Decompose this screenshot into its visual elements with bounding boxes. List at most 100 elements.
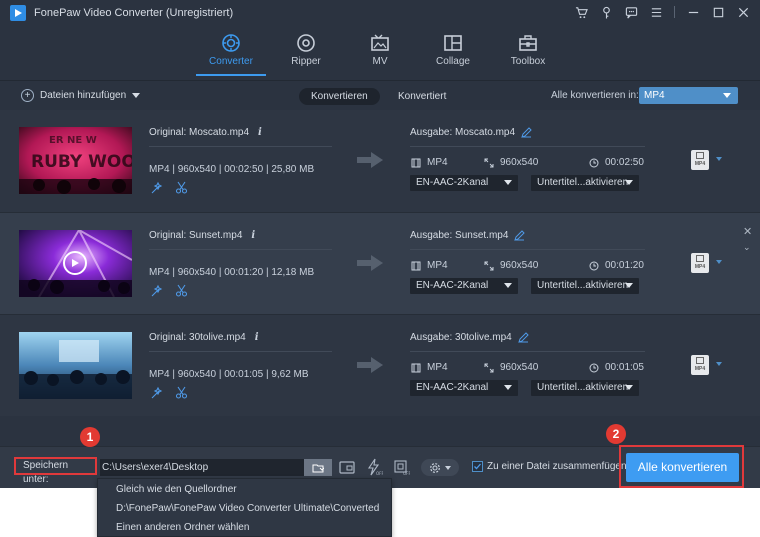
original-file-name: Original: Sunset.mp4 i (149, 230, 255, 241)
save-path-dropdown-button[interactable] (304, 459, 332, 476)
video-thumbnail[interactable] (19, 332, 132, 399)
output-file-name: Ausgabe: Sunset.mp4 (410, 230, 526, 241)
file-row: RUBY WOO ER NE W Original: Moscato.mp4 i … (0, 110, 760, 212)
close-icon[interactable] (736, 5, 750, 19)
subtitle-select[interactable]: Untertitel...aktivieren (531, 380, 639, 396)
chevron-down-icon (504, 283, 512, 288)
play-icon[interactable] (63, 251, 87, 275)
hardware-acceleration-icon[interactable]: OFF (365, 458, 384, 476)
output-format: MP4 (411, 157, 448, 168)
convert-all-button[interactable]: Alle konvertieren (626, 453, 739, 482)
original-file-name: Original: Moscato.mp4 i (149, 127, 262, 138)
tab-toolbox-label: Toolbox (510, 56, 546, 67)
folder-icon[interactable] (338, 458, 356, 476)
tab-mv[interactable]: MV (345, 30, 415, 67)
original-file-label: Original: Sunset.mp4 (149, 230, 243, 241)
output-format: MP4 (411, 260, 448, 271)
audio-track-select[interactable]: EN-AAC-2Kanal (410, 380, 518, 396)
converter-icon (196, 30, 266, 56)
plus-circle-icon: + (21, 89, 34, 102)
file-meta: MP4 | 960x540 | 00:01:20 | 12,18 MB (149, 267, 315, 278)
gpu-acceleration-icon[interactable]: OFF (392, 458, 411, 476)
add-files-button[interactable]: + Dateien hinzufügen (21, 89, 141, 102)
film-icon (411, 363, 421, 372)
save-location-menu: Gleich wie den Quellordner D:\FonePaw\Fo… (97, 478, 392, 537)
format-badge[interactable]: MP4 (691, 253, 709, 273)
info-icon[interactable]: i (255, 332, 259, 343)
menu-item-choose-folder[interactable]: Einen anderen Ordner wählen (116, 522, 249, 533)
divider (149, 249, 332, 250)
expand-chevron-icon[interactable]: ⌄ (743, 243, 751, 252)
key-icon[interactable] (599, 5, 613, 19)
original-file-label: Original: Moscato.mp4 (149, 127, 250, 138)
mv-icon (345, 30, 415, 56)
video-thumbnail[interactable] (19, 230, 132, 297)
arrow-right-icon (357, 152, 383, 168)
magic-wand-icon[interactable] (150, 284, 163, 297)
save-to-label: Speichern unter: (14, 457, 97, 485)
chevron-down-icon[interactable] (716, 260, 722, 264)
video-thumbnail[interactable]: RUBY WOO ER NE W (19, 127, 132, 194)
tab-toolbox[interactable]: Toolbox (493, 30, 563, 67)
file-row: Original: 30tolive.mp4 i MP4 | 960x540 | … (0, 314, 760, 416)
output-file-label: Ausgabe: Sunset.mp4 (410, 230, 509, 241)
tab-mv-label: MV (372, 56, 388, 67)
chevron-down-icon[interactable] (716, 362, 722, 366)
minimize-icon[interactable] (686, 5, 700, 19)
output-format-select[interactable]: MP4 (639, 87, 738, 104)
file-meta: MP4 | 960x540 | 00:01:05 | 9,62 MB (149, 369, 309, 380)
magic-wand-icon[interactable] (150, 386, 163, 399)
maximize-icon[interactable] (711, 5, 725, 19)
clock-icon (589, 261, 599, 270)
subtitle-select[interactable]: Untertitel...aktivieren (531, 278, 639, 294)
chevron-down-icon[interactable] (132, 93, 141, 98)
info-icon[interactable]: i (258, 127, 262, 138)
tab-converted[interactable]: Konvertiert (386, 88, 458, 105)
merge-option[interactable]: Zu einer Datei zusammenfügen (472, 461, 627, 472)
chevron-down-icon (625, 180, 633, 185)
format-badge[interactable]: MP4 (691, 355, 709, 375)
magic-wand-icon[interactable] (150, 181, 163, 194)
scissors-icon[interactable] (175, 181, 188, 194)
film-icon (411, 261, 421, 270)
settings-button[interactable] (421, 459, 459, 476)
audio-track-select[interactable]: EN-AAC-2Kanal (410, 175, 518, 191)
edit-pencil-icon[interactable] (514, 230, 526, 241)
menu-item-default-folder[interactable]: D:\FonePaw\FonePaw Video Converter Ultim… (116, 503, 379, 514)
chevron-down-icon (625, 385, 633, 390)
menu-item-same-as-source[interactable]: Gleich wie den Quellordner (116, 484, 237, 495)
svg-text:OFF: OFF (376, 471, 383, 476)
save-path-field[interactable]: C:\Users\exer4\Desktop (100, 459, 304, 476)
cart-icon[interactable] (574, 5, 588, 19)
merge-label: Zu einer Datei zusammenfügen (487, 461, 627, 472)
format-badge[interactable]: MP4 (691, 150, 709, 170)
divider (410, 146, 645, 147)
edit-pencil-icon[interactable] (521, 127, 532, 138)
tab-converter[interactable]: Converter (196, 30, 266, 67)
output-file-name: Ausgabe: Moscato.mp4 (410, 127, 532, 138)
scissors-icon[interactable] (175, 386, 188, 399)
menu-icon[interactable] (649, 5, 663, 19)
merge-checkbox[interactable] (472, 461, 483, 472)
app-logo-icon (10, 5, 26, 21)
svg-text:ER NE W: ER NE W (49, 135, 97, 146)
tab-collage[interactable]: Collage (418, 30, 488, 67)
tab-converting[interactable]: Konvertieren (299, 88, 380, 105)
feedback-icon[interactable] (624, 5, 638, 19)
arrow-right-icon (357, 255, 383, 271)
tab-ripper[interactable]: Ripper (271, 30, 341, 67)
info-icon[interactable]: i (251, 230, 255, 241)
subtitle-select[interactable]: Untertitel...aktivieren (531, 175, 639, 191)
resize-icon (484, 261, 494, 270)
output-duration: 00:02:50 (589, 157, 644, 168)
edit-pencil-icon[interactable] (517, 332, 529, 343)
clock-icon (589, 363, 599, 372)
chevron-down-icon[interactable] (716, 157, 722, 161)
toolbox-icon (493, 30, 563, 56)
clock-icon (589, 158, 599, 167)
audio-track-select[interactable]: EN-AAC-2Kanal (410, 278, 518, 294)
remove-file-icon[interactable]: ✕ (743, 227, 752, 238)
check-icon (474, 463, 481, 470)
scissors-icon[interactable] (175, 284, 188, 297)
output-duration: 00:01:05 (589, 362, 644, 373)
